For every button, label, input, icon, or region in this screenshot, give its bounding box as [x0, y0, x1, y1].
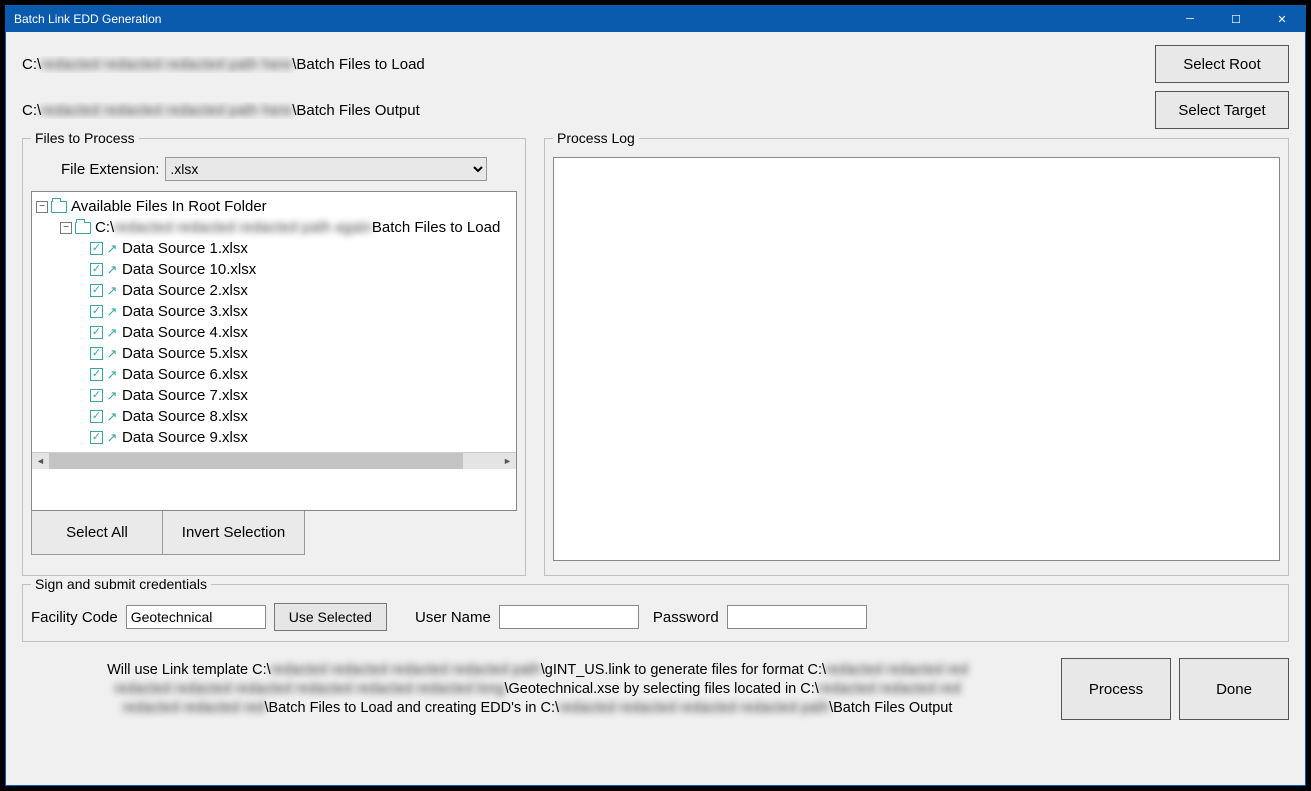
- password-label: Password: [653, 609, 719, 626]
- tree-file-label: Data Source 10.xlsx: [122, 259, 256, 280]
- tree-file-label: Data Source 8.xlsx: [122, 406, 248, 427]
- checkbox-checked-icon[interactable]: ✓: [90, 242, 103, 255]
- facility-code-label: Facility Code: [31, 609, 118, 626]
- tree-horizontal-scrollbar[interactable]: ◄ ►: [32, 452, 516, 469]
- checkbox-checked-icon[interactable]: ✓: [90, 263, 103, 276]
- close-button[interactable]: ✕: [1259, 6, 1305, 32]
- title-bar[interactable]: Batch Link EDD Generation ─ ☐ ✕: [6, 6, 1305, 32]
- tree-file-node[interactable]: ✓↗Data Source 6.xlsx: [36, 364, 517, 385]
- checkbox-checked-icon[interactable]: ✓: [90, 284, 103, 297]
- checkbox-checked-icon[interactable]: ✓: [90, 305, 103, 318]
- user-name-input[interactable]: [499, 605, 639, 629]
- credentials-group: Sign and submit credentials Facility Cod…: [22, 584, 1289, 642]
- tree-file-label: Data Source 7.xlsx: [122, 385, 248, 406]
- checkbox-checked-icon[interactable]: ✓: [90, 326, 103, 339]
- credentials-group-label: Sign and submit credentials: [31, 576, 211, 592]
- tree-file-node[interactable]: ✓↗Data Source 10.xlsx: [36, 259, 517, 280]
- scroll-right-icon[interactable]: ►: [499, 453, 516, 469]
- tree-file-node[interactable]: ✓↗Data Source 2.xlsx: [36, 280, 517, 301]
- app-window: Batch Link EDD Generation ─ ☐ ✕ C:\redac…: [5, 5, 1306, 786]
- root-path-text: C:\redacted redacted redacted path here\…: [22, 56, 1145, 73]
- maximize-button[interactable]: ☐: [1213, 6, 1259, 32]
- folder-icon: [51, 201, 67, 213]
- tree-file-node[interactable]: ✓↗Data Source 5.xlsx: [36, 343, 517, 364]
- checkbox-checked-icon[interactable]: ✓: [90, 410, 103, 423]
- select-target-button[interactable]: Select Target: [1155, 91, 1289, 129]
- tree-file-node[interactable]: ✓↗Data Source 3.xlsx: [36, 301, 517, 322]
- tree-file-node[interactable]: ✓↗Data Source 7.xlsx: [36, 385, 517, 406]
- file-link-icon: ↗: [105, 326, 119, 340]
- tree-file-node[interactable]: ✓↗Data Source 8.xlsx: [36, 406, 517, 427]
- process-log-box[interactable]: [553, 157, 1280, 561]
- file-link-icon: ↗: [105, 263, 119, 277]
- tree-file-label: Data Source 3.xlsx: [122, 301, 248, 322]
- tree-file-label: Data Source 1.xlsx: [122, 238, 248, 259]
- tree-file-label: Data Source 6.xlsx: [122, 364, 248, 385]
- files-to-process-group: Files to Process File Extension: .xlsx −…: [22, 138, 526, 576]
- minimize-button[interactable]: ─: [1167, 6, 1213, 32]
- tree-file-node[interactable]: ✓↗Data Source 1.xlsx: [36, 238, 517, 259]
- file-link-icon: ↗: [105, 368, 119, 382]
- use-selected-button[interactable]: Use Selected: [274, 603, 387, 631]
- folder-icon: [75, 222, 91, 234]
- log-group-label: Process Log: [553, 130, 639, 146]
- tree-file-label: Data Source 5.xlsx: [122, 343, 248, 364]
- file-link-icon: ↗: [105, 347, 119, 361]
- tree-file-node[interactable]: ✓↗Data Source 9.xlsx: [36, 427, 517, 448]
- file-extension-label: File Extension:: [61, 161, 159, 178]
- window-title: Batch Link EDD Generation: [14, 12, 1167, 26]
- process-log-group: Process Log: [544, 138, 1289, 576]
- password-input[interactable]: [727, 605, 867, 629]
- checkbox-checked-icon[interactable]: ✓: [90, 431, 103, 444]
- process-button[interactable]: Process: [1061, 658, 1171, 720]
- file-link-icon: ↗: [105, 389, 119, 403]
- collapse-icon[interactable]: −: [36, 201, 48, 213]
- summary-text: Will use Link template C:\redacted redac…: [22, 661, 1053, 718]
- tree-root-node[interactable]: − Available Files In Root Folder: [36, 196, 517, 217]
- file-link-icon: ↗: [105, 242, 119, 256]
- select-all-button[interactable]: Select All: [31, 511, 163, 555]
- file-link-icon: ↗: [105, 431, 119, 445]
- select-root-button[interactable]: Select Root: [1155, 45, 1289, 83]
- checkbox-checked-icon[interactable]: ✓: [90, 389, 103, 402]
- files-group-label: Files to Process: [31, 130, 139, 146]
- tree-file-label: Data Source 9.xlsx: [122, 427, 248, 448]
- file-link-icon: ↗: [105, 284, 119, 298]
- checkbox-checked-icon[interactable]: ✓: [90, 347, 103, 360]
- tree-file-node[interactable]: ✓↗Data Source 4.xlsx: [36, 322, 517, 343]
- done-button[interactable]: Done: [1179, 658, 1289, 720]
- file-link-icon: ↗: [105, 410, 119, 424]
- checkbox-checked-icon[interactable]: ✓: [90, 368, 103, 381]
- target-path-text: C:\redacted redacted redacted path here\…: [22, 102, 1145, 119]
- file-tree[interactable]: − Available Files In Root Folder − C:\re…: [31, 191, 517, 511]
- collapse-icon[interactable]: −: [60, 222, 72, 234]
- tree-file-label: Data Source 4.xlsx: [122, 322, 248, 343]
- tree-file-label: Data Source 2.xlsx: [122, 280, 248, 301]
- facility-code-input[interactable]: [126, 605, 266, 629]
- invert-selection-button[interactable]: Invert Selection: [163, 511, 305, 555]
- scroll-left-icon[interactable]: ◄: [32, 453, 49, 469]
- file-extension-select[interactable]: .xlsx: [165, 157, 487, 181]
- user-name-label: User Name: [415, 609, 491, 626]
- tree-folder-node[interactable]: − C:\redacted redacted redacted path aga…: [36, 217, 517, 238]
- file-link-icon: ↗: [105, 305, 119, 319]
- scrollbar-thumb[interactable]: [49, 453, 463, 469]
